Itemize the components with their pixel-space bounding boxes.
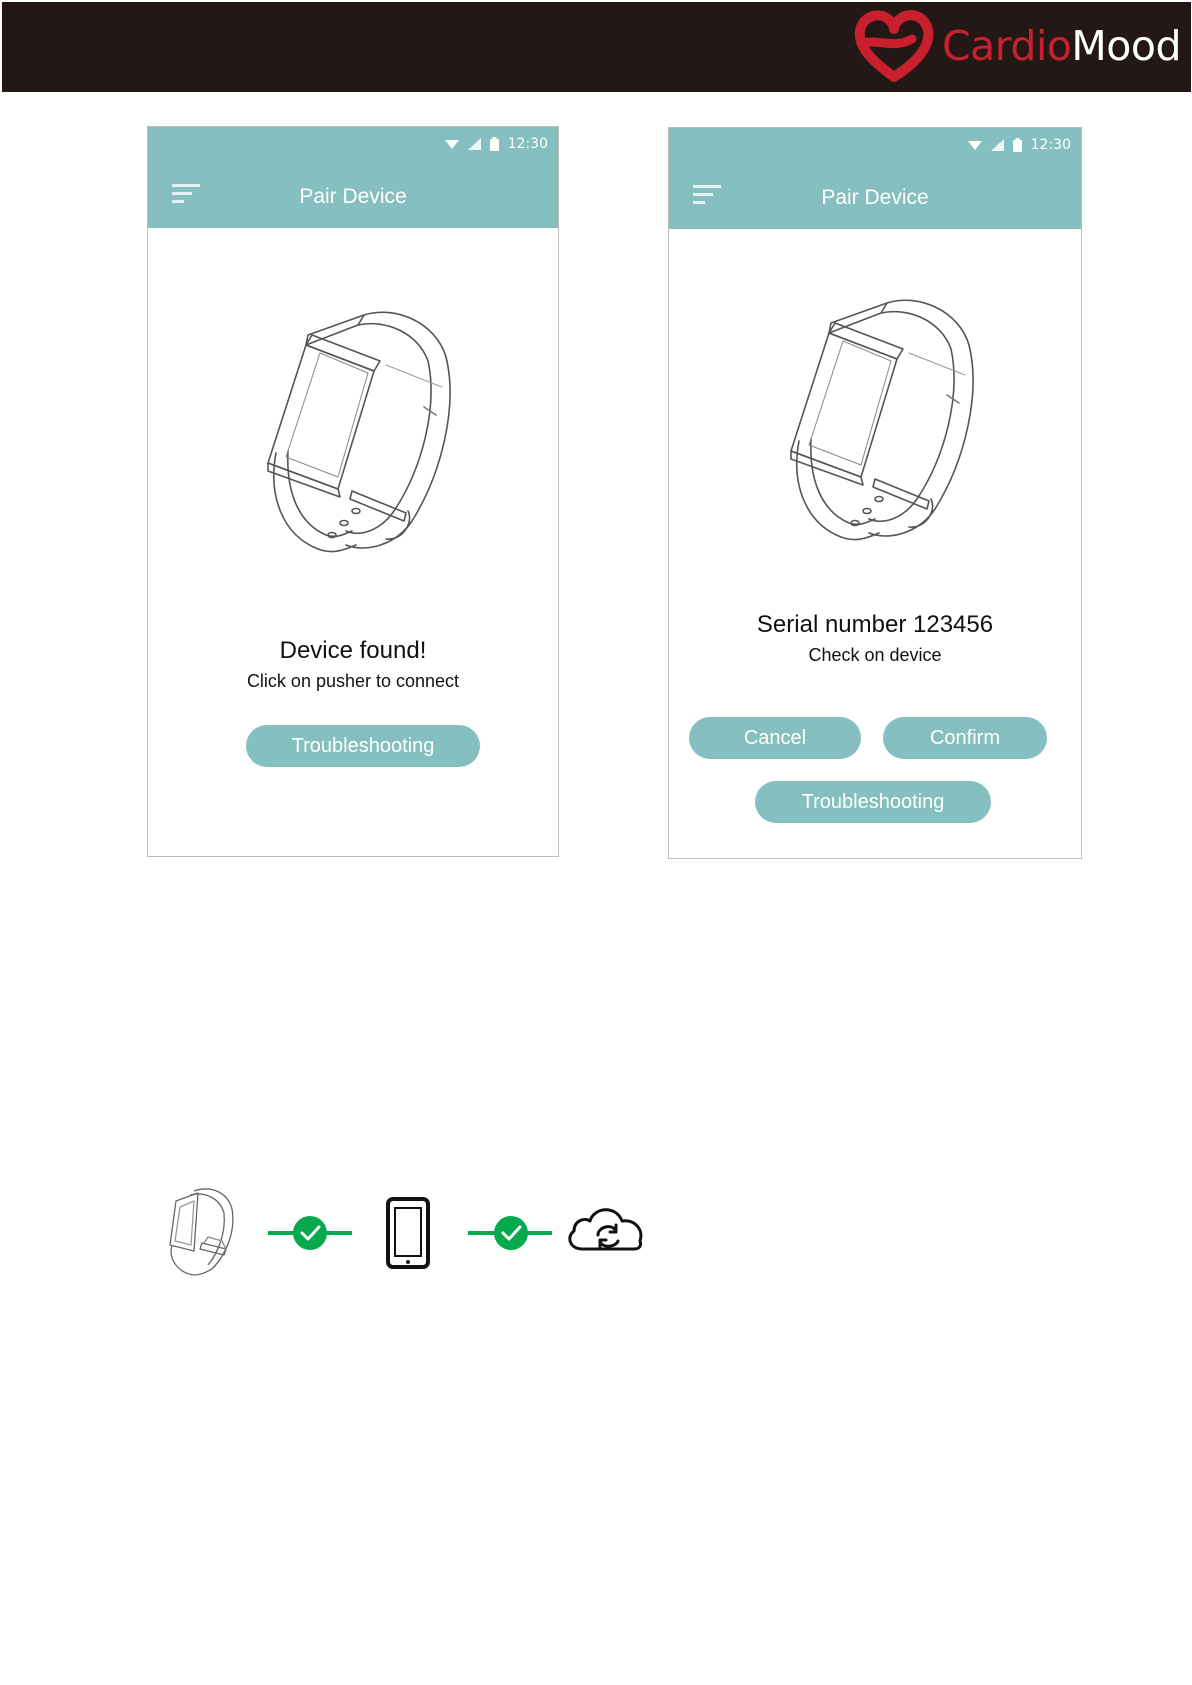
confirm-button[interactable]: Confirm bbox=[883, 717, 1047, 759]
signal-icon bbox=[467, 138, 481, 150]
brand-name-cardio: Cardio bbox=[942, 21, 1072, 70]
battery-icon bbox=[489, 137, 499, 151]
phone-screen-serial-confirm: 12:30 Pair Device Serial number 123456 C… bbox=[668, 127, 1082, 859]
cloud-sync-icon bbox=[568, 1208, 643, 1251]
brand-name-mood: Mood bbox=[1071, 21, 1181, 70]
troubleshooting-button[interactable]: Troubleshooting bbox=[246, 725, 480, 767]
brand: CardioMood bbox=[854, 10, 1181, 82]
wifi-icon bbox=[444, 139, 459, 149]
connection-flow bbox=[169, 1188, 643, 1276]
battery-icon bbox=[1012, 138, 1022, 152]
phone-screen-device-found: 12:30 Pair Device Device found! Click on… bbox=[147, 126, 559, 857]
signal-icon bbox=[990, 139, 1004, 151]
brand-name: CardioMood bbox=[942, 25, 1181, 67]
page-title: Pair Device bbox=[821, 186, 929, 209]
status-time: 12:30 bbox=[507, 136, 548, 152]
check-icon bbox=[468, 1216, 552, 1250]
cancel-button[interactable]: Cancel bbox=[689, 717, 861, 759]
troubleshooting-button[interactable]: Troubleshooting bbox=[755, 781, 991, 823]
smartphone-icon bbox=[386, 1197, 430, 1269]
bracelet-icon bbox=[169, 1188, 234, 1276]
app-bar: 12:30 Pair Device bbox=[669, 128, 1081, 229]
check-on-device-text: Check on device bbox=[808, 645, 942, 665]
wifi-icon bbox=[967, 140, 982, 150]
app-bar: 12:30 Pair Device bbox=[148, 127, 558, 228]
page-title: Pair Device bbox=[299, 185, 407, 208]
status-time: 12:30 bbox=[1030, 137, 1071, 153]
status-message: Device found! bbox=[279, 637, 427, 664]
check-icon bbox=[268, 1216, 352, 1250]
status-bar: 12:30 bbox=[967, 137, 1071, 153]
brand-header: CardioMood bbox=[2, 2, 1191, 92]
status-bar: 12:30 bbox=[444, 136, 548, 152]
heart-logo-icon bbox=[855, 10, 934, 82]
bracelet-illustration bbox=[267, 311, 451, 553]
bracelet-illustration bbox=[790, 299, 974, 541]
serial-number-text: Serial number 123456 bbox=[756, 611, 994, 638]
status-sub-message: Click on pusher to connect bbox=[246, 671, 460, 691]
